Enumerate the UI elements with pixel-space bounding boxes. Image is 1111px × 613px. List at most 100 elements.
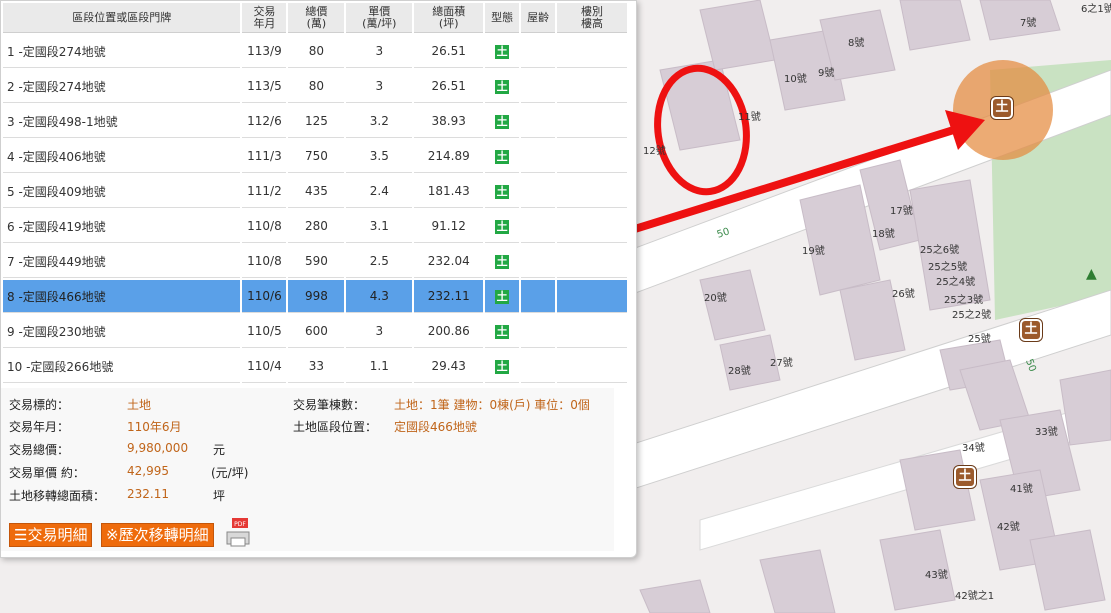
location-label: 土地區段位置： [293,420,378,434]
col-header-address: 區段位置或區段門牌 [3,3,241,33]
land-type-icon: 土 [495,359,510,374]
table-row[interactable]: 3 -定國段498-1地號 112/6 125 3.2 38.93 土 [3,105,627,138]
date-cell: 111/3 [242,140,287,173]
house-number: 25之6號 [920,245,960,256]
addr-cell: 7 -定國段449地號 [3,245,241,278]
price-cell: 80 [288,35,345,68]
type-cell: 土 [485,175,520,208]
col-header-type: 型態 [485,3,520,33]
table-row[interactable]: 10 -定國段266地號 110/4 33 1.1 29.43 土 [3,350,627,383]
house-number: 25號 [968,334,991,345]
table-row[interactable]: 8 -定國段466地號 110/6 998 4.3 232.11 土 [3,280,627,313]
table-row[interactable]: 2 -定國段274地號 113/5 80 3 26.51 土 [3,70,627,103]
unit-price-unit: (元/坪) [211,466,249,480]
table-row[interactable]: 9 -定國段230地號 110/5 600 3 200.86 土 [3,315,627,348]
house-number: 18號 [872,229,895,240]
land-type-icon: 土 [495,149,510,164]
floor-cell [557,280,627,313]
col-header-date: 交易 年月 [242,3,287,33]
price-cell: 998 [288,280,345,313]
type-cell: 土 [485,280,520,313]
land-marker[interactable]: 土 [954,466,976,488]
col-header-price: 總價 (萬) [288,3,345,33]
area-cell: 91.12 [414,210,484,243]
price-cell: 435 [288,175,345,208]
table-row[interactable]: 6 -定國段419地號 110/8 280 3.1 91.12 土 [3,210,627,243]
floor-cell [557,350,627,383]
age-cell [521,105,556,138]
unit-price-label: 交易單價 約： [9,466,85,480]
age-cell [521,175,556,208]
floor-cell [557,315,627,348]
price-cell: 80 [288,70,345,103]
total-price-label: 交易總價： [9,443,70,457]
button-label: ※歷次移轉明細 [106,526,209,544]
area-cell: 232.04 [414,245,484,278]
area-cell: 29.43 [414,350,484,383]
table-row[interactable]: 4 -定國段406地號 111/3 750 3.5 214.89 土 [3,140,627,173]
transfer-history-button[interactable]: ※歷次移轉明細 [101,523,214,547]
type-cell: 土 [485,245,520,278]
price-cell: 125 [288,105,345,138]
area-label: 土地移轉總面積： [9,489,106,503]
addr-cell: 8 -定國段466地號 [3,280,241,313]
list-icon: ☰ [14,526,28,544]
unit-price-cell: 3.2 [346,105,413,138]
count-value: 土地：1筆 建物：0棟(戶) 車位：0個 [394,398,590,412]
floor-cell [557,175,627,208]
total-price-value: 9,980,000 [127,441,189,455]
house-number: 17號 [890,206,913,217]
col-header-unit-price: 單價 (萬/坪) [346,3,413,33]
target-value: 土地 [127,398,152,412]
type-cell: 土 [485,350,520,383]
addr-cell: 1 -定國段274地號 [3,35,241,68]
date-label: 交易年月： [9,420,70,434]
addr-cell: 9 -定國段230地號 [3,315,241,348]
col-header-area: 總面積 (坪) [414,3,484,33]
house-number: 28號 [728,366,751,377]
floor-cell [557,70,627,103]
type-cell: 土 [485,210,520,243]
total-price-unit: 元 [213,443,226,457]
land-marker-selected[interactable]: 土 [991,97,1013,119]
date-cell: 113/9 [242,35,287,68]
addr-cell: 3 -定國段498-1地號 [3,105,241,138]
table-header-row: 區段位置或區段門牌 交易 年月 總價 (萬) 單價 (萬/坪) 總面積 (坪) 型態 屋… [3,3,627,33]
land-marker[interactable]: 土 [1020,319,1042,341]
house-number: 19號 [802,246,825,257]
area-cell: 232.11 [414,280,484,313]
table-row[interactable]: 7 -定國段449地號 110/8 590 2.5 232.04 土 [3,245,627,278]
area-value: 232.11 [127,487,169,501]
price-cell: 590 [288,245,345,278]
house-number: 25之5號 [928,262,968,273]
area-cell: 38.93 [414,105,484,138]
date-cell: 110/5 [242,315,287,348]
date-cell: 110/6 [242,280,287,313]
type-cell: 土 [485,105,520,138]
transaction-detail-button[interactable]: ☰交易明細 [9,523,93,547]
transaction-detail: 交易標的： 土地 交易年月： 110年6月 交易總價： 9,980,000 元 … [1,388,614,551]
type-cell: 土 [485,35,520,68]
date-cell: 110/4 [242,350,287,383]
type-cell: 土 [485,315,520,348]
age-cell [521,280,556,313]
header-label: 屋齡 [527,10,550,24]
house-number: 25之3號 [944,295,984,306]
table-row[interactable]: 5 -定國段409地號 111/2 435 2.4 181.43 土 [3,175,627,208]
house-number: 42號 [997,522,1020,533]
date-value: 110年6月 [127,420,182,434]
pdf-print-icon[interactable]: PDF [223,518,253,548]
land-type-icon: 土 [495,114,510,129]
addr-cell: 10 -定國段266地號 [3,350,241,383]
house-number: 26號 [892,289,915,300]
transaction-panel: 區段位置或區段門牌 交易 年月 總價 (萬) 單價 (萬/坪) 總面積 (坪) 型態 屋… [0,0,637,558]
transaction-table: 區段位置或區段門牌 交易 年月 總價 (萬) 單價 (萬/坪) 總面積 (坪) 型態 屋… [1,1,629,385]
house-number: 25之2號 [952,310,992,321]
floor-cell [557,140,627,173]
price-cell: 750 [288,140,345,173]
header-label: 型態 [491,10,514,24]
land-type-icon: 土 [495,44,510,59]
price-cell: 600 [288,315,345,348]
table-row[interactable]: 1 -定國段274地號 113/9 80 3 26.51 土 [3,35,627,68]
house-number: 20號 [704,293,727,304]
